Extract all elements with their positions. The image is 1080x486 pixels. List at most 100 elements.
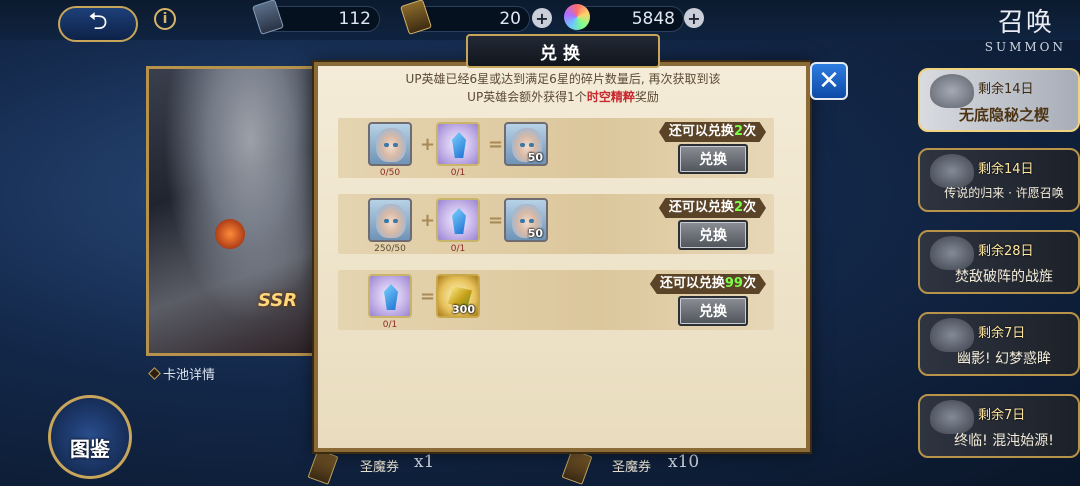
dialog-title: 兑换 <box>540 43 586 64</box>
equals-icon: = <box>420 286 436 307</box>
blue-crystal-icon <box>452 208 466 234</box>
ticket-1-label: 圣魔券 <box>360 460 400 475</box>
dialog-title-bar: 兑换 <box>466 34 660 68</box>
notice-highlight: 时空精粹 <box>586 90 635 104</box>
remain-prefix: 还可以兑换 <box>659 276 725 291</box>
banner-5-art <box>930 400 974 434</box>
notice-line-2: UP英雄会额外获得1个时空精粹奖励 <box>330 88 796 106</box>
remain-number: 99 <box>724 276 743 291</box>
add-resource-2-button[interactable]: + <box>532 8 552 28</box>
exchange-button[interactable]: 兑换 <box>678 220 748 250</box>
banner-item-1[interactable]: 剩余14日 无底隐秘之楔 <box>918 68 1080 132</box>
rainbow-crystal-icon <box>564 4 590 30</box>
banner-5-remain: 剩余7日 <box>978 408 1026 423</box>
banner-3-name: 焚敌破阵的战旌 <box>955 269 1053 285</box>
back-button[interactable]: ⮌ <box>58 6 138 42</box>
reward-count: 300 <box>452 303 475 316</box>
spacetime-essence-item[interactable]: 300 <box>436 274 480 318</box>
ticket-2-count: x10 <box>668 452 700 472</box>
notice-text-a: UP英雄会额外获得1个 <box>467 90 587 104</box>
remaining-label: 还可以兑换2次 <box>658 198 766 218</box>
remain-number: 2 <box>733 124 743 139</box>
remain-suffix: 次 <box>742 276 756 291</box>
ticket-2-label: 圣魔券 <box>612 460 652 475</box>
banner-5-name: 终临! 混沌始源! <box>954 433 1054 449</box>
crystal-count: 0/1 <box>382 320 398 330</box>
notice-line-1: UP英雄已经6星或达到满足6星的碎片数量后, 再次获取到该 <box>405 72 721 86</box>
crystal-item[interactable] <box>436 122 480 166</box>
hero-face-icon <box>376 128 406 162</box>
diamond-icon <box>148 367 161 380</box>
plus-icon: + <box>420 134 436 155</box>
exchange-button[interactable]: 兑换 <box>678 296 748 326</box>
ticket-icon-1 <box>307 449 339 485</box>
pool-detail-label: 卡池详情 <box>163 368 216 383</box>
page-title: 召唤 <box>997 8 1054 38</box>
banner-4-remain: 剩余7日 <box>978 326 1026 341</box>
banner-3-art <box>930 236 974 270</box>
banner-1-remain: 剩余14日 <box>978 82 1034 97</box>
hero-shard-item[interactable] <box>368 198 412 242</box>
info-icon[interactable]: i <box>154 8 176 30</box>
equals-icon: = <box>488 134 504 155</box>
remain-number: 2 <box>733 200 743 215</box>
exchange-notice: UP英雄已经6星或达到满足6星的碎片数量后, 再次获取到该 UP英雄会额外获得1… <box>330 70 796 106</box>
reward-count: 50 <box>527 227 543 240</box>
exchange-row-2: 250/50 + 0/1 = 50 还可以兑换2次 兑换 <box>338 194 774 254</box>
banner-1-name: 无底隐秘之楔 <box>958 106 1049 124</box>
exchange-button[interactable]: 兑换 <box>678 144 748 174</box>
ticket-1-count: x1 <box>414 452 435 472</box>
resource-1-value: 112 <box>338 9 371 29</box>
crystal-item[interactable] <box>368 274 412 318</box>
remaining-label: 还可以兑换99次 <box>649 274 766 294</box>
reward-shard-item[interactable]: 50 <box>504 122 548 166</box>
shard-count: 250/50 <box>374 244 406 254</box>
remain-prefix: 还可以兑换 <box>668 200 734 215</box>
banner-2-art <box>930 154 974 188</box>
hero-face-icon <box>376 204 406 238</box>
banner-3-remain: 剩余28日 <box>978 244 1034 259</box>
banner-item-2[interactable]: 剩余14日 传说的归来 · 许愿召唤 <box>918 148 1080 212</box>
crystal-count: 0/1 <box>450 168 466 178</box>
hero-gem-icon <box>215 219 245 249</box>
banner-4-art <box>930 318 974 352</box>
hero-shard-item[interactable] <box>368 122 412 166</box>
exchange-row-1: 0/50 + 0/1 = 50 还可以兑换2次 兑换 <box>338 118 774 178</box>
resource-2-value: 20 <box>499 9 521 29</box>
remain-suffix: 次 <box>742 124 756 139</box>
blue-crystal-icon <box>452 132 466 158</box>
banner-2-name: 传说的归来 · 许愿召唤 <box>944 186 1064 200</box>
blue-crystal-icon <box>384 284 398 310</box>
resource-3-value: 5848 <box>631 9 675 29</box>
notice-text-b: 奖励 <box>634 90 659 104</box>
banner-item-5[interactable]: 剩余7日 终临! 混沌始源! <box>918 394 1080 458</box>
remaining-label: 还可以兑换2次 <box>658 122 766 142</box>
codex-label: 图鉴 <box>70 437 110 461</box>
ticket-icon-2 <box>561 449 593 485</box>
page-subtitle: SUMMON <box>984 40 1066 54</box>
back-arrow-icon: ⮌ <box>88 6 108 35</box>
plus-icon: + <box>420 210 436 231</box>
banner-item-3[interactable]: 剩余28日 焚敌破阵的战旌 <box>918 230 1080 294</box>
hero-card-art <box>146 66 321 356</box>
banner-item-4[interactable]: 剩余7日 幽影! 幻梦惑眸 <box>918 312 1080 376</box>
banner-4-name: 幽影! 幻梦惑眸 <box>956 351 1052 367</box>
ssr-text: SSR <box>258 290 298 311</box>
shard-count: 0/50 <box>379 168 401 178</box>
remain-prefix: 还可以兑换 <box>668 124 734 139</box>
banner-2-remain: 剩余14日 <box>978 162 1034 177</box>
close-icon: ✕ <box>818 66 840 96</box>
crystal-count: 0/1 <box>450 244 466 254</box>
add-resource-3-button[interactable]: + <box>684 8 704 28</box>
codex-button[interactable]: 图鉴 <box>48 395 132 479</box>
close-button[interactable]: ✕ <box>810 62 848 100</box>
ssr-tag: SSR <box>258 290 297 311</box>
exchange-row-3: 0/1 = 300 还可以兑换99次 兑换 <box>338 270 774 330</box>
equals-icon: = <box>488 210 504 231</box>
reward-shard-item[interactable]: 50 <box>504 198 548 242</box>
banner-1-art <box>930 74 974 108</box>
pool-detail-link[interactable]: 卡池详情 <box>148 364 216 383</box>
reward-count: 50 <box>527 151 543 164</box>
remain-suffix: 次 <box>742 200 756 215</box>
crystal-item[interactable] <box>436 198 480 242</box>
